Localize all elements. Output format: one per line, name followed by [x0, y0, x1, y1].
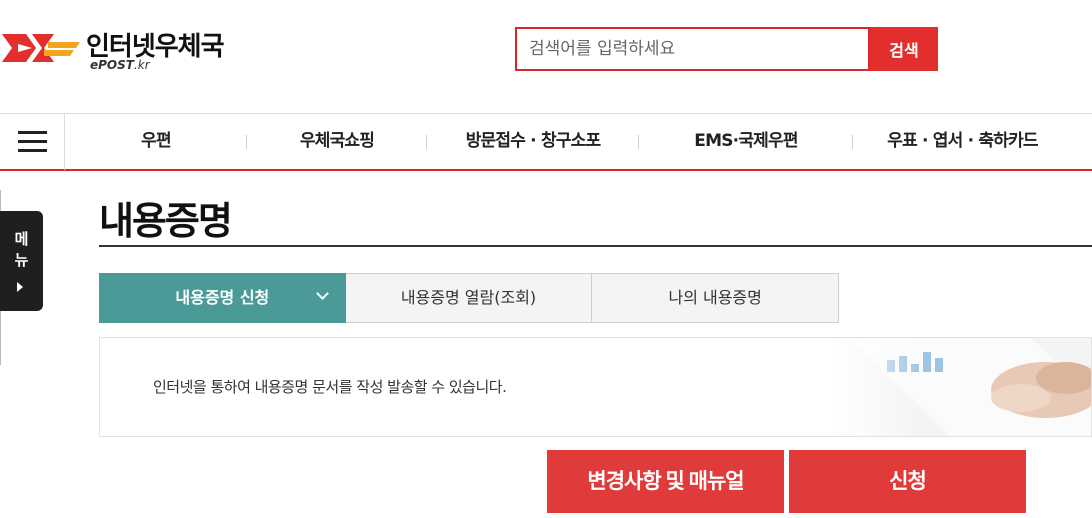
- nav-item-ems[interactable]: EMS·국제우편: [639, 114, 853, 170]
- side-menu-label-1: 메: [14, 230, 29, 248]
- tab-bar: 내용증명 신청 내용증명 열람(조회) 나의 내용증명: [99, 273, 840, 323]
- tab-apply[interactable]: 내용증명 신청: [99, 273, 346, 323]
- main-nav: 우편 우체국쇼핑 방문접수 · 창구소포 EMS·국제우편 우표 · 엽서 · …: [0, 113, 1092, 171]
- tab-my-label: 나의 내용증명: [668, 288, 762, 307]
- tab-apply-label: 내용증명 신청: [175, 288, 270, 307]
- side-menu-tab[interactable]: 메 뉴: [0, 211, 43, 311]
- hamburger-icon[interactable]: [0, 114, 65, 170]
- logo-sub-kr: .kr: [133, 58, 150, 72]
- search-input[interactable]: [515, 27, 870, 71]
- manual-button[interactable]: 변경사항 및 매뉴얼: [547, 450, 784, 513]
- logo-sub-main: ePOST: [90, 58, 134, 72]
- page-title: 내용증명: [99, 199, 233, 243]
- search-bar: 검색: [515, 27, 938, 71]
- nav-item-shopping[interactable]: 우체국쇼핑: [247, 114, 427, 170]
- header: 인터넷우체국 ePOST.kr 검색: [0, 0, 1092, 113]
- arrow-right-icon: [17, 282, 23, 292]
- info-box: 인터넷을 통하여 내용증명 문서를 작성 발송할 수 있습니다.: [99, 337, 1092, 437]
- tab-my[interactable]: 나의 내용증명: [592, 273, 840, 323]
- info-text: 인터넷을 통하여 내용증명 문서를 작성 발송할 수 있습니다.: [153, 378, 507, 396]
- tab-view[interactable]: 내용증명 열람(조회): [345, 273, 593, 323]
- logo-subtitle: ePOST.kr: [90, 58, 150, 72]
- nav-item-visit-parcel[interactable]: 방문접수 · 창구소포: [427, 114, 639, 170]
- chevron-down-icon: [315, 287, 329, 300]
- apply-button[interactable]: 신청: [789, 450, 1026, 513]
- epost-logo-icon: [2, 34, 80, 62]
- site-logo[interactable]: 인터넷우체국 ePOST.kr: [0, 24, 240, 76]
- search-button[interactable]: 검색: [870, 27, 938, 71]
- nav-items: 우편 우체국쇼핑 방문접수 · 창구소포 EMS·국제우편 우표 · 엽서 · …: [65, 114, 1092, 170]
- nav-item-stamps-cards[interactable]: 우표 · 엽서 · 축하카드: [853, 114, 1072, 170]
- side-menu-label-2: 뉴: [14, 251, 29, 269]
- tab-view-label: 내용증명 열람(조회): [400, 288, 537, 307]
- title-divider: [99, 245, 1092, 247]
- nav-item-post[interactable]: 우편: [65, 114, 247, 170]
- document-hand-image: [831, 338, 1091, 436]
